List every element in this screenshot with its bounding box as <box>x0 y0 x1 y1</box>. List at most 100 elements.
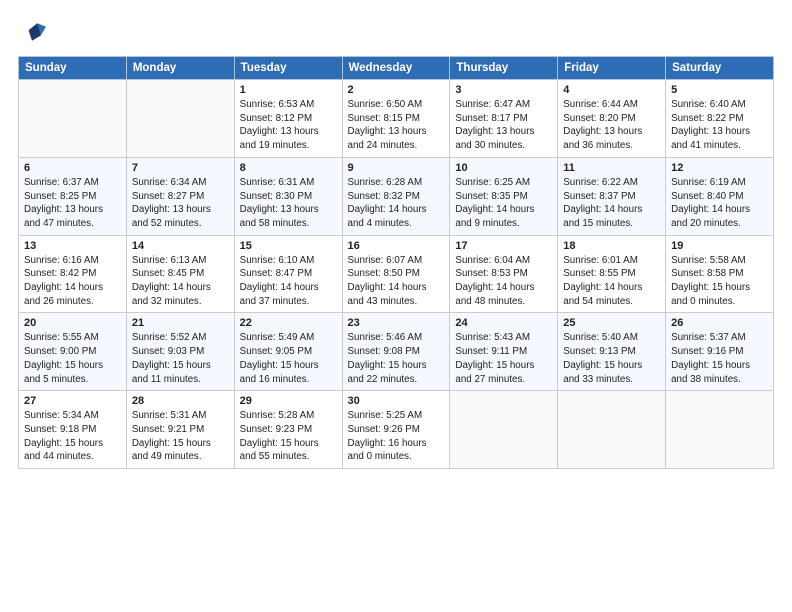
weekday-header-friday: Friday <box>558 57 666 80</box>
calendar-cell: 24 Sunrise: 5:43 AM Sunset: 9:11 PM Dayli… <box>450 313 558 391</box>
logo <box>18 18 50 46</box>
calendar-cell: 23 Sunrise: 5:46 AM Sunset: 9:08 PM Dayli… <box>342 313 450 391</box>
weekday-header-row: SundayMondayTuesdayWednesdayThursdayFrid… <box>19 57 774 80</box>
day-detail: Sunrise: 5:43 AM Sunset: 9:11 PM Dayligh… <box>455 331 552 386</box>
calendar-cell: 14 Sunrise: 6:13 AM Sunset: 8:45 PM Dayli… <box>126 235 234 313</box>
day-number: 21 <box>132 317 229 329</box>
calendar-cell: 3Sunrise: 6:47 AM Sunset: 8:17 PM Daylig… <box>450 80 558 158</box>
day-detail: Sunrise: 5:34 AM Sunset: 9:18 PM Dayligh… <box>24 409 121 464</box>
calendar-cell: 21 Sunrise: 5:52 AM Sunset: 9:03 PM Dayli… <box>126 313 234 391</box>
day-number: 1 <box>240 84 337 96</box>
calendar-cell: 27Sunrise: 5:34 AM Sunset: 9:18 PM Dayli… <box>19 391 127 469</box>
day-detail: Sunrise: 6:44 AM Sunset: 8:20 PM Dayligh… <box>563 98 660 153</box>
weekday-header-wednesday: Wednesday <box>342 57 450 80</box>
day-detail: Sunrise: 6:10 AM Sunset: 8:47 PM Dayligh… <box>240 254 337 309</box>
day-detail: Sunrise: 6:22 AM Sunset: 8:37 PM Dayligh… <box>563 176 660 231</box>
day-number: 28 <box>132 395 229 407</box>
day-detail: Sunrise: 6:16 AM Sunset: 8:42 PM Dayligh… <box>24 254 121 309</box>
weekday-header-sunday: Sunday <box>19 57 127 80</box>
day-number: 11 <box>563 162 660 174</box>
day-detail: Sunrise: 6:13 AM Sunset: 8:45 PM Dayligh… <box>132 254 229 309</box>
day-number: 23 <box>348 317 445 329</box>
calendar-cell: 15Sunrise: 6:10 AM Sunset: 8:47 PM Dayli… <box>234 235 342 313</box>
calendar-cell <box>666 391 774 469</box>
day-number: 26 <box>671 317 768 329</box>
calendar-cell <box>19 80 127 158</box>
calendar-table: SundayMondayTuesdayWednesdayThursdayFrid… <box>18 56 774 469</box>
day-detail: Sunrise: 6:31 AM Sunset: 8:30 PM Dayligh… <box>240 176 337 231</box>
day-number: 14 <box>132 240 229 252</box>
day-detail: Sunrise: 6:25 AM Sunset: 8:35 PM Dayligh… <box>455 176 552 231</box>
day-number: 12 <box>671 162 768 174</box>
day-detail: Sunrise: 6:40 AM Sunset: 8:22 PM Dayligh… <box>671 98 768 153</box>
logo-icon <box>18 18 46 46</box>
day-detail: Sunrise: 6:04 AM Sunset: 8:53 PM Dayligh… <box>455 254 552 309</box>
calendar-cell: 22 Sunrise: 5:49 AM Sunset: 9:05 PM Dayli… <box>234 313 342 391</box>
calendar-cell <box>126 80 234 158</box>
day-number: 18 <box>563 240 660 252</box>
calendar-cell: 4 Sunrise: 6:44 AM Sunset: 8:20 PM Daylig… <box>558 80 666 158</box>
calendar-cell: 28Sunrise: 5:31 AM Sunset: 9:21 PM Dayli… <box>126 391 234 469</box>
calendar-week-row: 20 Sunrise: 5:55 AM Sunset: 9:00 PM Dayli… <box>19 313 774 391</box>
day-detail: Sunrise: 6:28 AM Sunset: 8:32 PM Dayligh… <box>348 176 445 231</box>
day-number: 20 <box>24 317 121 329</box>
calendar-cell: 20 Sunrise: 5:55 AM Sunset: 9:00 PM Dayli… <box>19 313 127 391</box>
day-number: 17 <box>455 240 552 252</box>
day-number: 2 <box>348 84 445 96</box>
calendar-cell: 16 Sunrise: 6:07 AM Sunset: 8:50 PM Dayli… <box>342 235 450 313</box>
day-number: 24 <box>455 317 552 329</box>
page: SundayMondayTuesdayWednesdayThursdayFrid… <box>0 0 792 612</box>
calendar-cell: 13 Sunrise: 6:16 AM Sunset: 8:42 PM Dayli… <box>19 235 127 313</box>
day-detail: Sunrise: 6:37 AM Sunset: 8:25 PM Dayligh… <box>24 176 121 231</box>
day-detail: Sunrise: 6:34 AM Sunset: 8:27 PM Dayligh… <box>132 176 229 231</box>
day-number: 22 <box>240 317 337 329</box>
calendar-cell <box>558 391 666 469</box>
day-number: 7 <box>132 162 229 174</box>
day-detail: Sunrise: 5:49 AM Sunset: 9:05 PM Dayligh… <box>240 331 337 386</box>
calendar-cell: 11 Sunrise: 6:22 AM Sunset: 8:37 PM Dayli… <box>558 157 666 235</box>
day-detail: Sunrise: 5:55 AM Sunset: 9:00 PM Dayligh… <box>24 331 121 386</box>
calendar-week-row: 27Sunrise: 5:34 AM Sunset: 9:18 PM Dayli… <box>19 391 774 469</box>
day-detail: Sunrise: 6:07 AM Sunset: 8:50 PM Dayligh… <box>348 254 445 309</box>
day-number: 13 <box>24 240 121 252</box>
day-detail: Sunrise: 5:40 AM Sunset: 9:13 PM Dayligh… <box>563 331 660 386</box>
day-detail: Sunrise: 6:50 AM Sunset: 8:15 PM Dayligh… <box>348 98 445 153</box>
day-number: 10 <box>455 162 552 174</box>
calendar-cell: 17 Sunrise: 6:04 AM Sunset: 8:53 PM Dayli… <box>450 235 558 313</box>
day-detail: Sunrise: 5:52 AM Sunset: 9:03 PM Dayligh… <box>132 331 229 386</box>
day-number: 25 <box>563 317 660 329</box>
calendar-cell: 25 Sunrise: 5:40 AM Sunset: 9:13 PM Dayli… <box>558 313 666 391</box>
calendar-cell: 1 Sunrise: 6:53 AM Sunset: 8:12 PM Daylig… <box>234 80 342 158</box>
calendar-cell: 9Sunrise: 6:28 AM Sunset: 8:32 PM Daylig… <box>342 157 450 235</box>
day-detail: Sunrise: 5:25 AM Sunset: 9:26 PM Dayligh… <box>348 409 445 464</box>
weekday-header-thursday: Thursday <box>450 57 558 80</box>
day-detail: Sunrise: 6:01 AM Sunset: 8:55 PM Dayligh… <box>563 254 660 309</box>
calendar-week-row: 6Sunrise: 6:37 AM Sunset: 8:25 PM Daylig… <box>19 157 774 235</box>
calendar-cell: 26 Sunrise: 5:37 AM Sunset: 9:16 PM Dayli… <box>666 313 774 391</box>
day-number: 5 <box>671 84 768 96</box>
day-detail: Sunrise: 5:28 AM Sunset: 9:23 PM Dayligh… <box>240 409 337 464</box>
calendar-cell: 10 Sunrise: 6:25 AM Sunset: 8:35 PM Dayli… <box>450 157 558 235</box>
calendar-cell: 7 Sunrise: 6:34 AM Sunset: 8:27 PM Daylig… <box>126 157 234 235</box>
day-number: 8 <box>240 162 337 174</box>
calendar-cell: 6Sunrise: 6:37 AM Sunset: 8:25 PM Daylig… <box>19 157 127 235</box>
weekday-header-tuesday: Tuesday <box>234 57 342 80</box>
calendar-cell: 5 Sunrise: 6:40 AM Sunset: 8:22 PM Daylig… <box>666 80 774 158</box>
day-detail: Sunrise: 5:58 AM Sunset: 8:58 PM Dayligh… <box>671 254 768 309</box>
calendar-cell: 30Sunrise: 5:25 AM Sunset: 9:26 PM Dayli… <box>342 391 450 469</box>
day-number: 19 <box>671 240 768 252</box>
calendar-cell: 2 Sunrise: 6:50 AM Sunset: 8:15 PM Daylig… <box>342 80 450 158</box>
calendar-cell: 29Sunrise: 5:28 AM Sunset: 9:23 PM Dayli… <box>234 391 342 469</box>
weekday-header-monday: Monday <box>126 57 234 80</box>
header <box>18 18 774 46</box>
calendar-cell: 12Sunrise: 6:19 AM Sunset: 8:40 PM Dayli… <box>666 157 774 235</box>
day-number: 16 <box>348 240 445 252</box>
calendar-cell: 18 Sunrise: 6:01 AM Sunset: 8:55 PM Dayli… <box>558 235 666 313</box>
day-number: 4 <box>563 84 660 96</box>
day-number: 3 <box>455 84 552 96</box>
day-detail: Sunrise: 5:37 AM Sunset: 9:16 PM Dayligh… <box>671 331 768 386</box>
day-detail: Sunrise: 6:53 AM Sunset: 8:12 PM Dayligh… <box>240 98 337 153</box>
day-detail: Sunrise: 5:46 AM Sunset: 9:08 PM Dayligh… <box>348 331 445 386</box>
calendar-cell: 8 Sunrise: 6:31 AM Sunset: 8:30 PM Daylig… <box>234 157 342 235</box>
weekday-header-saturday: Saturday <box>666 57 774 80</box>
